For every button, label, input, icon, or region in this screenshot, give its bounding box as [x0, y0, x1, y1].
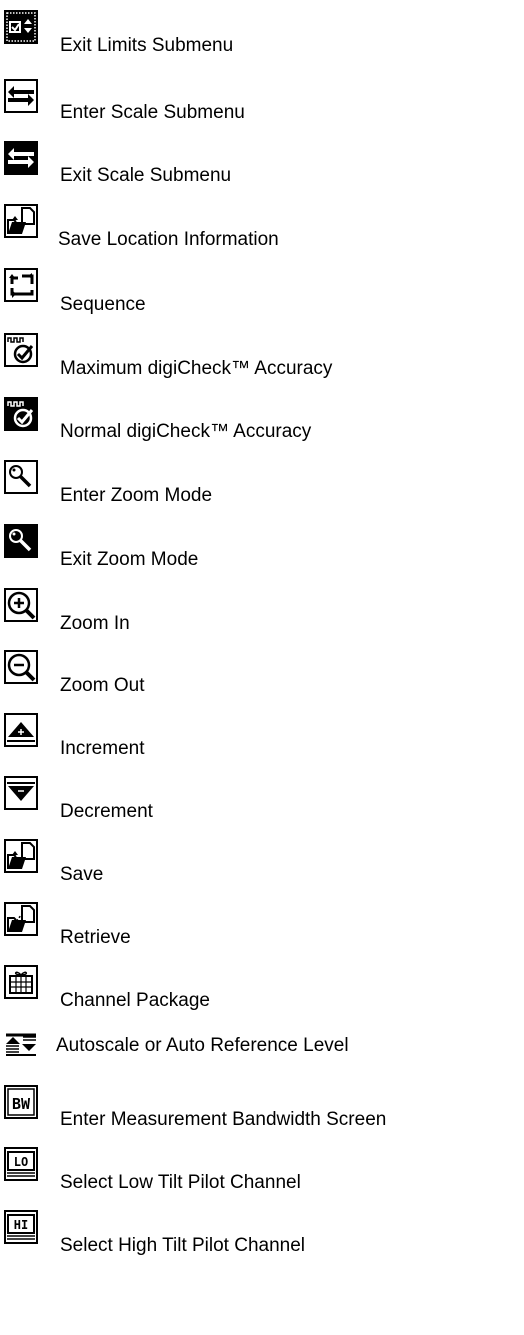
legend-item-autoscale: Autoscale or Auto Reference Level: [4, 1030, 519, 1070]
legend-item-lo-pilot: LO Select Low Tilt Pilot Channel: [4, 1147, 519, 1193]
legend-item-save-location: Save Location Information: [4, 204, 519, 250]
legend-item-bandwidth: BW Enter Measurement Bandwidth Screen: [4, 1085, 519, 1130]
bw-icon: BW: [4, 1085, 38, 1119]
lo-icon-text: LO: [14, 1155, 28, 1169]
save-icon: [4, 839, 38, 873]
legend-item-max-digicheck: Maximum digiCheck™ Accuracy: [4, 333, 519, 379]
legend-item-channel-package: Channel Package: [4, 965, 519, 1011]
lo-icon: LO: [4, 1147, 38, 1181]
sequence-icon: [4, 268, 38, 302]
retrieve-icon: [4, 902, 38, 936]
legend-item-sequence: Sequence: [4, 268, 519, 315]
legend-label: Normal digiCheck™ Accuracy: [60, 421, 312, 442]
legend-item-exit-scale: Exit Scale Submenu: [4, 141, 519, 186]
legend-label: Decrement: [60, 801, 153, 822]
save-location-icon: [4, 204, 38, 238]
legend-item-retrieve: Retrieve: [4, 902, 519, 948]
legend-item-zoom-in: Zoom In: [4, 588, 519, 634]
zoom-out-icon: [4, 650, 38, 684]
hi-icon-text: HI: [14, 1218, 28, 1232]
legend-label: Sequence: [60, 294, 146, 315]
legend-item-decrement: Decrement: [4, 776, 519, 822]
legend-item-normal-digicheck: Normal digiCheck™ Accuracy: [4, 397, 519, 442]
legend-label: Enter Zoom Mode: [60, 485, 213, 506]
exit-scale-submenu-icon: [4, 141, 38, 175]
legend-item-exit-limits: Exit Limits Submenu: [4, 10, 519, 56]
legend-item-increment: Increment: [4, 713, 519, 759]
legend-label: Retrieve: [60, 927, 131, 948]
legend-label: Save Location Information: [58, 229, 279, 250]
legend-label: Autoscale or Auto Reference Level: [56, 1035, 349, 1056]
legend-label: Maximum digiCheck™ Accuracy: [60, 358, 333, 379]
decrement-icon: [4, 776, 38, 810]
legend-item-enter-scale: Enter Scale Submenu: [4, 79, 519, 123]
hi-icon: HI: [4, 1210, 38, 1244]
enter-scale-submenu-icon: [4, 79, 38, 113]
max-digicheck-icon: [4, 333, 38, 367]
legend-label: Exit Zoom Mode: [60, 549, 199, 570]
channel-package-icon: [4, 965, 38, 999]
legend-label: Zoom Out: [60, 675, 145, 696]
legend-label: Zoom In: [60, 613, 130, 634]
legend-item-save: Save: [4, 839, 519, 885]
legend-label: Channel Package: [60, 990, 210, 1011]
legend-label: Exit Limits Submenu: [60, 35, 234, 56]
zoom-in-icon: [4, 588, 38, 622]
autoscale-icon: [4, 1032, 38, 1056]
increment-icon: [4, 713, 38, 747]
legend-item-hi-pilot: HI Select High Tilt Pilot Channel: [4, 1210, 519, 1256]
exit-limits-submenu-icon: [4, 10, 38, 44]
legend-label: Select High Tilt Pilot Channel: [60, 1235, 306, 1256]
legend-label: Save: [60, 864, 104, 885]
bw-icon-text: BW: [12, 1095, 31, 1113]
legend-label: Enter Measurement Bandwidth Screen: [60, 1109, 387, 1130]
legend-item-exit-zoom: Exit Zoom Mode: [4, 524, 519, 570]
legend-label: Increment: [60, 738, 145, 759]
legend-label: Enter Scale Submenu: [60, 102, 245, 123]
exit-zoom-icon: [4, 524, 38, 558]
legend-label: Select Low Tilt Pilot Channel: [60, 1172, 301, 1193]
enter-zoom-icon: [4, 460, 38, 494]
legend-item-zoom-out: Zoom Out: [4, 650, 519, 696]
normal-digicheck-icon: [4, 397, 38, 431]
legend-item-enter-zoom: Enter Zoom Mode: [4, 460, 519, 506]
legend-label: Exit Scale Submenu: [60, 165, 232, 186]
